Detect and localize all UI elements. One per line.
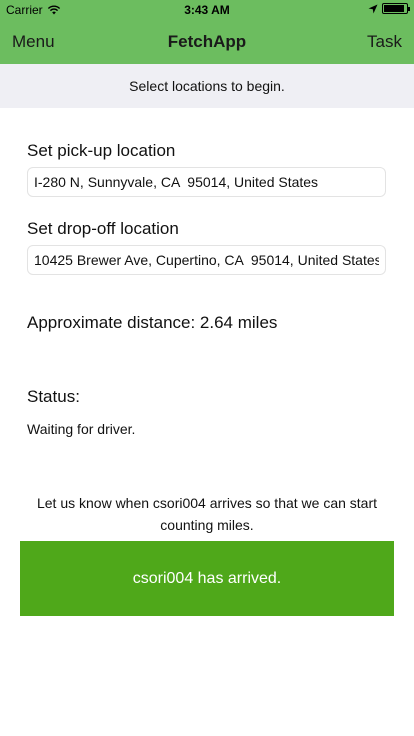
status-bar: Carrier 3:43 AM [0,0,414,20]
dropoff-label: Set drop-off location [27,219,179,238]
distance-text: Approximate distance: 2.64 miles [27,313,278,332]
battery-icon [382,3,410,14]
arrival-notice: Let us know when csori004 arrives so tha… [36,495,378,533]
instruction-banner: Select locations to begin. [0,64,414,108]
status-value: Waiting for driver. [27,421,136,437]
clock: 3:43 AM [184,3,230,17]
nav-bar: Menu FetchApp Task [0,20,414,64]
app-title: FetchApp [167,32,247,51]
status-icons [368,3,410,14]
pickup-field[interactable] [27,167,386,197]
status-label: Status: [27,387,80,406]
driver-arrived-button[interactable]: csori004 has arrived. [20,541,394,616]
location-arrow-icon [368,4,378,13]
task-button[interactable]: Task [367,32,402,52]
pickup-label: Set pick-up location [27,141,176,160]
dropoff-field[interactable] [27,245,386,275]
